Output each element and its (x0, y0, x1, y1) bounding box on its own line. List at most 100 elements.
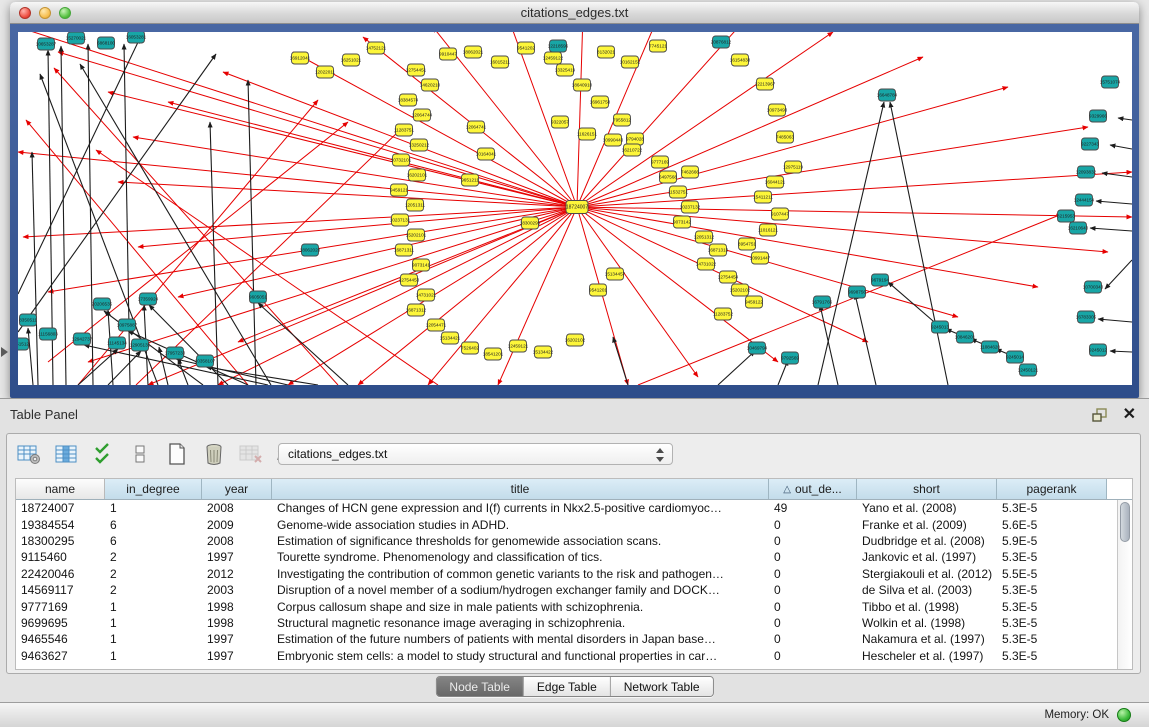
network-node[interactable]: 9541202 (517, 42, 535, 54)
close-panel-icon[interactable]: ✕ (1123, 404, 1136, 424)
network-node[interactable]: 9792569 (781, 352, 799, 364)
network-node[interactable]: 7526402 (461, 342, 479, 354)
network-node[interactable]: 17359924 (138, 293, 159, 305)
network-edge[interactable] (890, 102, 948, 385)
network-node[interactable]: 15134422 (533, 346, 554, 358)
network-node[interactable]: 7955812 (613, 114, 631, 126)
network-node[interactable]: 12054471 (426, 319, 447, 331)
network-node[interactable]: 12064744 (412, 109, 433, 121)
network-node[interactable]: 15751074 (1100, 76, 1121, 88)
network-node[interactable]: 7745121 (649, 40, 667, 52)
network-node[interactable]: 13325419 (555, 64, 576, 76)
network-node[interactable]: 9073141 (412, 259, 430, 271)
network-edge[interactable] (108, 92, 577, 207)
column-header-year[interactable]: year (202, 479, 272, 499)
network-edge[interactable] (28, 328, 33, 385)
network-node[interactable]: 10237131 (390, 214, 411, 226)
network-edge[interactable] (820, 305, 838, 385)
network-node[interactable]: 11016121 (758, 224, 779, 236)
network-edge[interactable] (1105, 260, 1132, 289)
float-panel-icon[interactable] (1092, 408, 1109, 423)
network-node[interactable]: 6868100 (97, 37, 115, 49)
network-node[interactable]: 12218596 (548, 40, 569, 52)
network-edge[interactable] (577, 207, 1132, 217)
network-node[interactable]: 12754451 (406, 64, 427, 76)
network-edge[interactable] (1090, 228, 1132, 231)
network-edge[interactable] (210, 122, 218, 385)
network-node[interactable]: 12459122 (543, 52, 564, 64)
network-node[interactable]: 12022011 (315, 66, 336, 78)
network-node[interactable]: 12444154 (1074, 194, 1095, 206)
network-node[interactable]: 14620210 (420, 79, 441, 91)
network-node[interactable]: 14752121 (366, 42, 387, 54)
network-edge[interactable] (133, 137, 577, 207)
network-edge[interactable] (1110, 351, 1132, 352)
network-node[interactable]: 10973493 (767, 104, 788, 116)
network-edge[interactable] (108, 351, 141, 385)
network-node[interactable]: 9322057 (551, 116, 569, 128)
network-edge[interactable] (1096, 201, 1132, 204)
select-all-button[interactable] (91, 443, 115, 465)
network-node[interactable]: 10700343 (1083, 281, 1104, 293)
table-row[interactable]: 1830029562008Estimation of significance … (16, 533, 1117, 549)
network-node[interactable]: 12051312 (694, 231, 715, 243)
network-node[interactable]: 16015211 (490, 56, 511, 68)
network-node[interactable]: 10732101 (391, 154, 412, 166)
network-edge[interactable] (176, 359, 288, 385)
column-header-out-degree[interactable]: △out_de... (769, 479, 857, 499)
network-node[interactable]: 14731022 (696, 258, 717, 270)
network-node[interactable]: 12905135 (130, 339, 151, 351)
network-node[interactable]: 10991447 (750, 252, 771, 264)
network-node[interactable]: 11283751 (394, 124, 415, 136)
network-edge[interactable] (1118, 118, 1132, 120)
scrollbar-thumb[interactable] (1120, 502, 1130, 542)
network-node[interactable]: 9107447 (771, 208, 789, 220)
network-node[interactable]: 12754453 (399, 274, 420, 286)
network-node[interactable]: 9605051 (249, 291, 267, 303)
network-node[interactable]: 12051311 (405, 199, 426, 211)
table-row[interactable]: 946554611997Estimation of the future num… (16, 631, 1117, 647)
network-node[interactable]: 15411211 (753, 191, 773, 203)
table-row[interactable]: 911546021997Tourette syndrome. Phenomeno… (16, 549, 1117, 565)
table-row[interactable]: 977716911998Corpus callosum shape and si… (16, 598, 1117, 614)
network-node[interactable]: 12213967 (755, 78, 776, 90)
network-node[interactable]: 10237132 (680, 201, 701, 213)
network-node[interactable]: 9245013 (931, 321, 949, 333)
network-node[interactable]: 9698756 (848, 286, 866, 298)
network-node[interactable]: 12459121 (508, 340, 529, 352)
network-node[interactable]: 12093832 (1076, 166, 1097, 178)
table-settings-button[interactable] (17, 443, 41, 465)
network-edge[interactable] (248, 80, 256, 385)
network-node[interactable]: 20206535 (92, 298, 113, 310)
network-edge[interactable] (855, 294, 876, 385)
network-node[interactable]: 10469794 (747, 342, 768, 354)
network-node[interactable]: 6497568 (659, 171, 677, 183)
network-node[interactable]: 12975119 (783, 161, 804, 173)
network-node[interactable]: 18062021 (463, 46, 484, 58)
window-titlebar[interactable]: citations_edges.txt (10, 2, 1139, 24)
network-node[interactable]: 10990443 (603, 134, 624, 146)
network-node[interactable]: 7485063 (776, 131, 794, 143)
network-canvas[interactable]: 1872400718300295127544511462021018384574… (18, 32, 1132, 385)
network-edge[interactable] (61, 46, 66, 385)
table-select-dropdown[interactable]: citations_edges.txt (278, 443, 673, 465)
network-node[interactable]: 9459122 (745, 296, 763, 308)
network-edge[interactable] (577, 32, 583, 207)
network-node[interactable]: 11145134 (107, 337, 127, 349)
network-node[interactable]: 9227343 (1081, 138, 1099, 150)
network-node[interactable]: 9245012 (1089, 344, 1107, 356)
network-node[interactable]: 16210722 (622, 144, 643, 156)
network-node[interactable]: 9459121 (390, 184, 408, 196)
network-edge[interactable] (428, 207, 577, 385)
table-row[interactable]: 946362711997Embryonic stem cells: a mode… (16, 648, 1117, 664)
network-node[interactable]: 10358107 (195, 355, 216, 367)
network-edge[interactable] (218, 207, 577, 385)
network-node[interactable]: 9245014 (1006, 351, 1024, 363)
network-edge[interactable] (18, 38, 140, 294)
network-node[interactable]: 12754454 (718, 271, 739, 283)
network-node[interactable]: 16791766 (812, 296, 833, 308)
network-node[interactable]: 15134421 (440, 332, 461, 344)
tab-network-table[interactable]: Network Table (611, 677, 713, 696)
network-edge[interactable] (718, 351, 755, 385)
network-edge[interactable] (80, 64, 271, 385)
